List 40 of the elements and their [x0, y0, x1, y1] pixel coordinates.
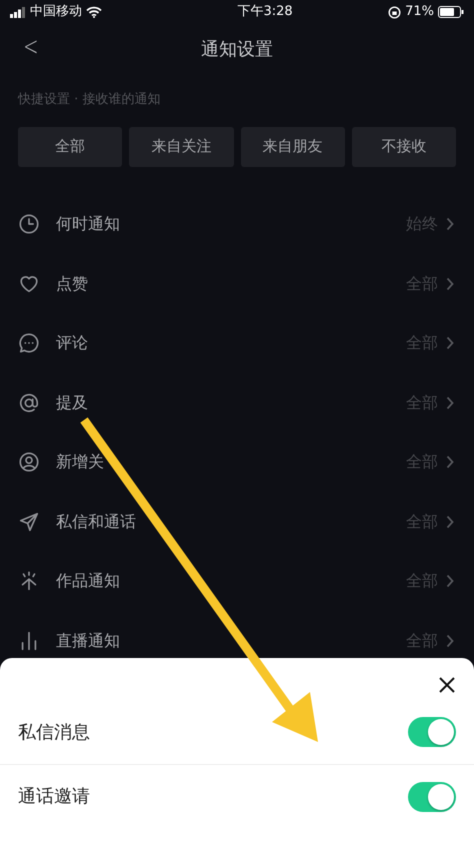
toggle-switch[interactable] — [408, 782, 456, 812]
chevron-right-icon — [446, 514, 454, 529]
chevron-right-icon — [446, 217, 454, 232]
setting-label: 何时通知 — [56, 213, 120, 236]
filter-option[interactable]: 来自朋友 — [240, 126, 345, 166]
toggle-label: 私信消息 — [18, 720, 90, 744]
setting-label: 私信和通话 — [56, 510, 136, 533]
chevron-right-icon — [446, 634, 454, 648]
toggle-label: 通话邀请 — [18, 785, 90, 809]
clock-icon — [18, 213, 40, 236]
clock-time: 下午3:28 — [236, 3, 294, 22]
at-sign-icon — [18, 392, 40, 414]
rotation-lock-icon — [388, 6, 402, 18]
page-title: 通知设置 — [201, 38, 273, 62]
chevron-right-icon — [446, 396, 454, 410]
battery-icon — [438, 6, 464, 18]
back-button[interactable]: < — [19, 34, 43, 60]
person-circle-icon — [18, 451, 40, 474]
chevron-right-icon — [446, 455, 454, 470]
paper-plane-icon — [18, 510, 40, 533]
close-icon[interactable] — [438, 676, 456, 694]
setting-label: 提及 — [56, 392, 88, 414]
battery-percent: 71% — [405, 3, 434, 22]
chevron-right-icon — [446, 336, 454, 350]
wifi-icon — [86, 6, 102, 18]
section-label: 快捷设置 · 接收谁的通知 — [16, 91, 162, 109]
setting-label: 新增关 — [56, 451, 104, 474]
filter-option[interactable]: 全部 — [18, 126, 122, 166]
signal-icon — [10, 6, 26, 18]
carrier-name: 中国移动 — [30, 3, 82, 22]
setting-label: 点赞 — [56, 272, 88, 295]
setting-label: 直播通知 — [56, 630, 120, 652]
toggle-switch[interactable] — [408, 717, 456, 747]
chevron-right-icon — [446, 276, 454, 291]
setting-label: 评论 — [56, 332, 88, 354]
filter-option[interactable]: 来自关注 — [129, 126, 234, 166]
speech-bubble-icon — [18, 332, 40, 354]
filter-option[interactable]: 不接收 — [352, 126, 456, 166]
chevron-right-icon — [446, 574, 454, 588]
setting-label: 作品通知 — [56, 570, 120, 592]
